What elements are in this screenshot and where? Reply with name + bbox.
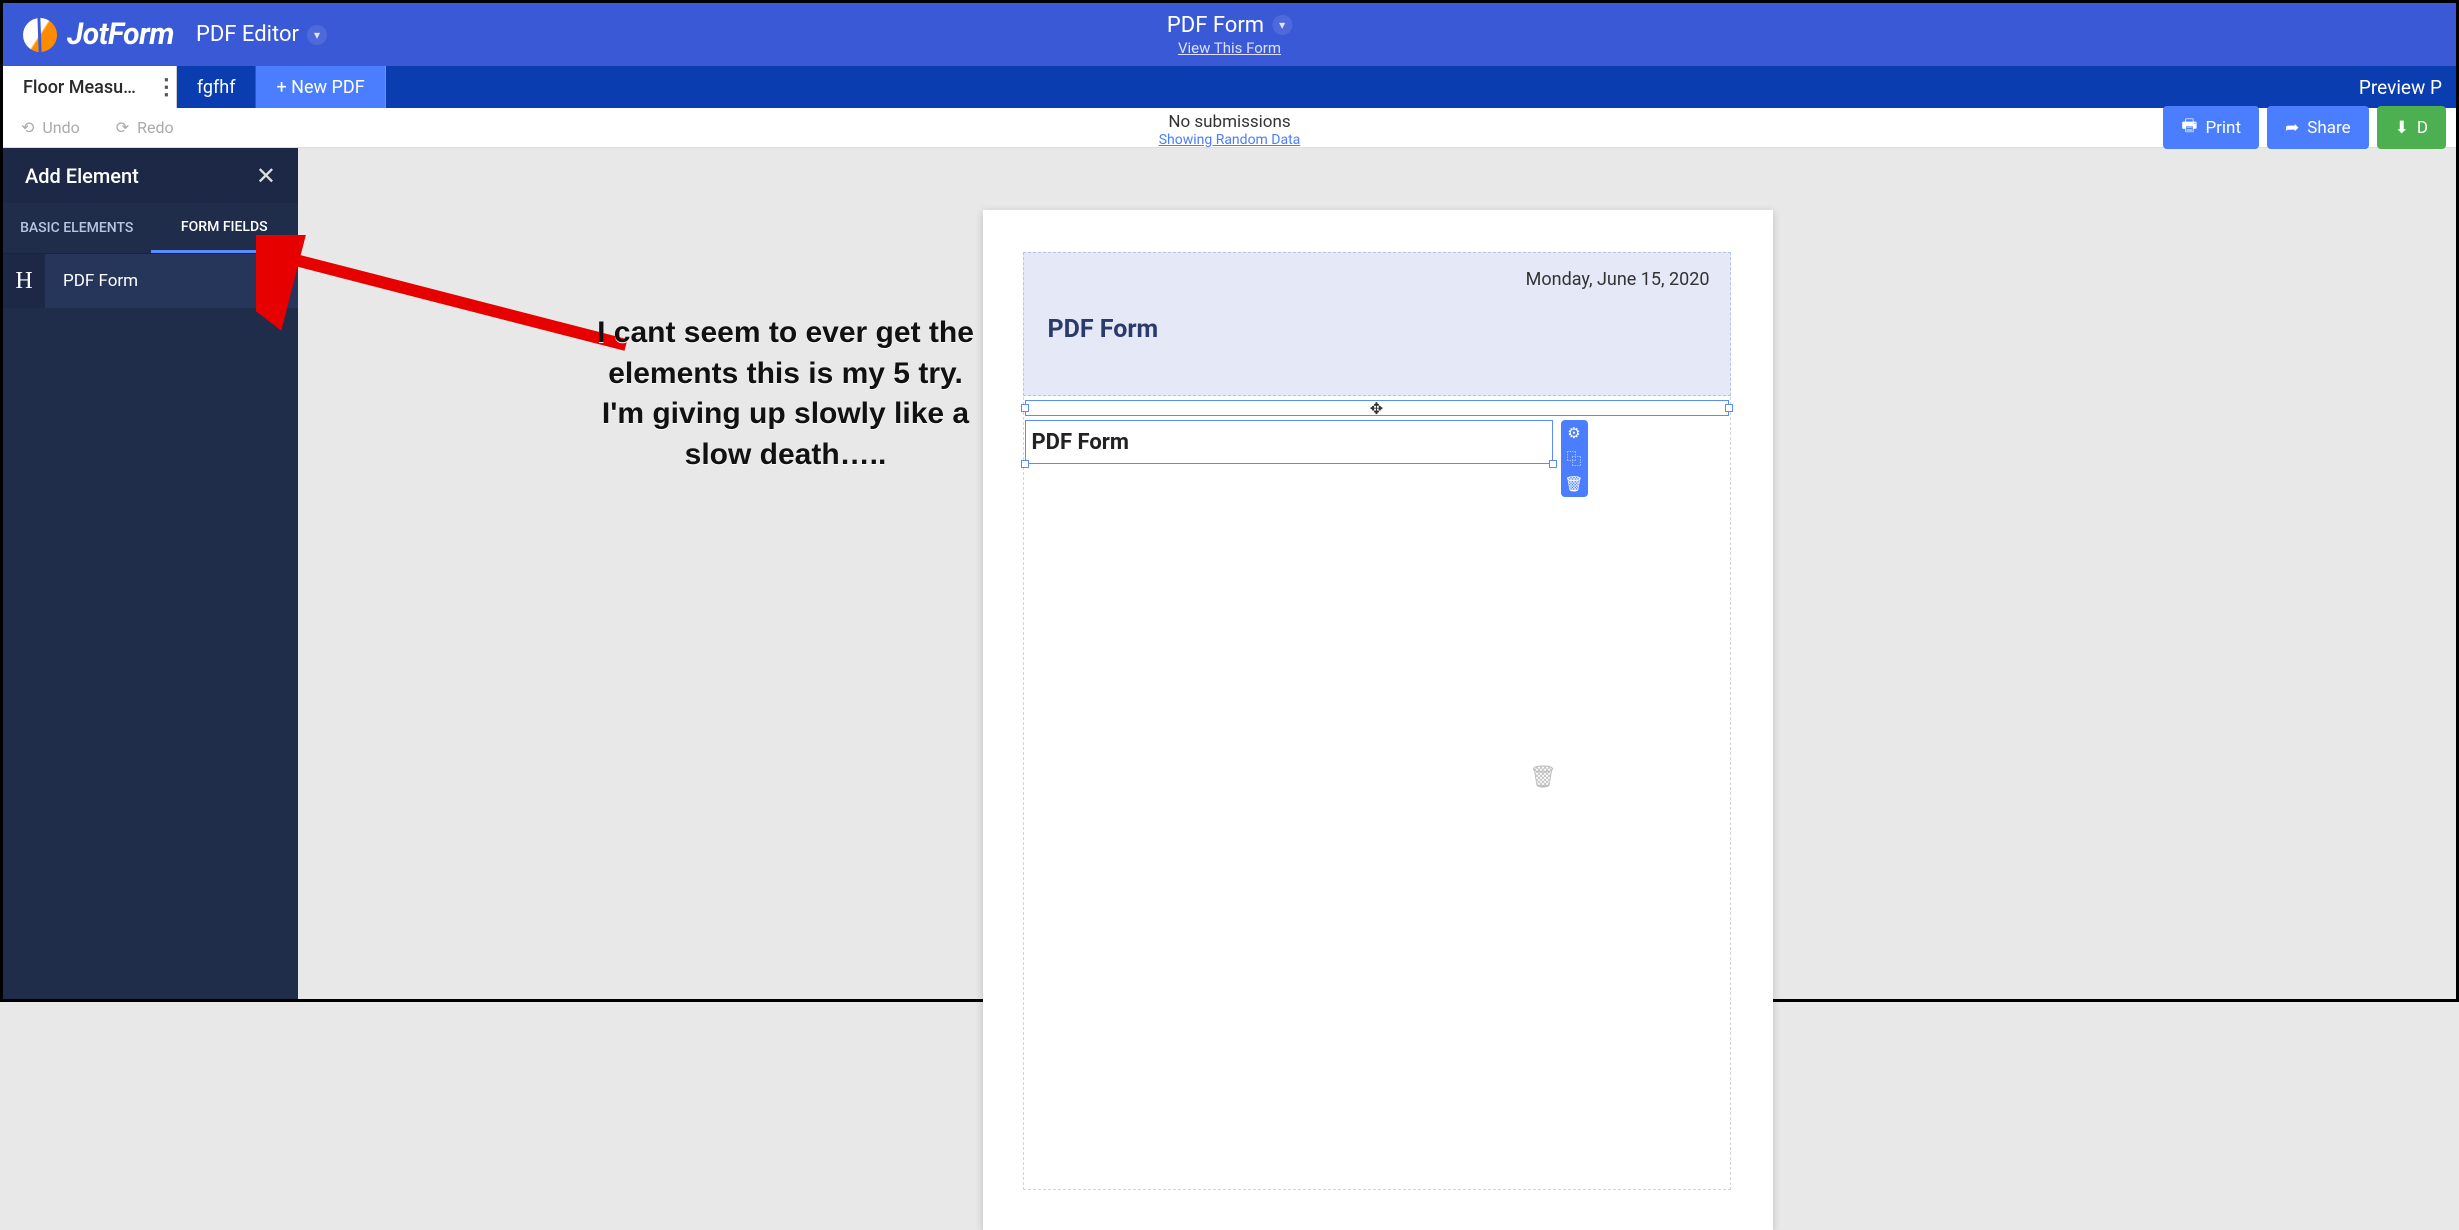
undo-button[interactable]: ⟲ Undo <box>3 118 98 137</box>
panel-title: Add Element <box>25 164 139 188</box>
form-title-block: PDF Form ▾ View This Form <box>1167 13 1292 57</box>
app-mode-label[interactable]: PDF Editor ▾ <box>196 22 327 47</box>
tab-label: fgfhf <box>197 77 236 98</box>
tab-form-fields[interactable]: FORM FIELDS <box>151 203 299 253</box>
app-header: JotForm PDF Editor ▾ PDF Form ▾ View Thi… <box>3 3 2456 66</box>
pdf-header-block[interactable]: Monday, June 15, 2020 PDF Form <box>1023 252 1731 396</box>
pdf-tabs-bar: Floor Measu… ⋮ fgfhf + New PDF Preview P <box>3 66 2456 108</box>
element-actions: ⚙ ⿻ 🗑 <box>1561 420 1588 497</box>
printer-icon: 🖶 <box>2181 113 2197 142</box>
app-mode-text: PDF Editor <box>196 22 299 47</box>
move-handle-icon[interactable]: ✥ <box>1370 399 1383 418</box>
preview-pdf-link[interactable]: Preview P <box>2359 66 2442 108</box>
view-form-link[interactable]: View This Form <box>1178 39 1281 57</box>
submissions-status: No submissions Showing Random Data <box>1159 112 1301 148</box>
download-icon: ⬇ <box>2395 118 2409 138</box>
resize-handle[interactable] <box>1725 404 1733 412</box>
selected-text-element[interactable]: PDF Form <box>1025 420 1553 464</box>
random-data-link[interactable]: Showing Random Data <box>1159 132 1301 148</box>
resize-handle[interactable] <box>1021 404 1029 412</box>
share-label: Share <box>2307 118 2350 138</box>
tab-options-button[interactable]: ⋮ <box>157 66 177 108</box>
tab-floor-measurement[interactable]: Floor Measu… <box>3 66 157 108</box>
trash-icon[interactable]: 🗑 <box>1564 475 1583 493</box>
undo-label: Undo <box>42 118 79 137</box>
heading-icon: H <box>3 254 45 308</box>
resize-handle[interactable] <box>1549 460 1557 468</box>
document-date: Monday, June 15, 2020 <box>1526 269 1710 290</box>
brand-name: JotForm <box>67 17 174 52</box>
undo-icon: ⟲ <box>21 118 34 137</box>
gear-icon[interactable]: ⚙ <box>1567 424 1580 442</box>
redo-label: Redo <box>137 118 174 137</box>
form-field-item[interactable]: H PDF Form <box>3 253 298 308</box>
jotform-logo-icon <box>20 14 60 54</box>
no-submissions-text: No submissions <box>1159 112 1301 132</box>
editor-toolbar: ⟲ Undo ⟳ Redo No submissions Showing Ran… <box>3 108 2456 148</box>
preview-label: Preview P <box>2359 76 2442 99</box>
redo-icon: ⟳ <box>116 118 129 137</box>
form-title: PDF Form <box>1167 13 1264 38</box>
toolbar-actions: 🖶 Print ➦ Share ⬇ D <box>2163 106 2446 149</box>
document-title: PDF Form <box>1048 315 1159 344</box>
tab-fgfhf[interactable]: fgfhf <box>177 66 257 108</box>
print-label: Print <box>2205 118 2241 138</box>
resize-handle[interactable] <box>1021 460 1029 468</box>
brand-logo[interactable]: JotForm <box>23 17 174 52</box>
canvas-area[interactable]: Monday, June 15, 2020 PDF Form ✥ PDF For… <box>299 150 2456 999</box>
close-icon[interactable]: ✕ <box>256 162 276 190</box>
panel-header: Add Element ✕ <box>3 148 298 203</box>
download-label: D <box>2417 118 2428 138</box>
duplicate-icon[interactable]: ⿻ <box>1566 448 1581 469</box>
tab-label: Floor Measu… <box>23 77 136 98</box>
chevron-down-icon[interactable]: ▾ <box>307 25 327 45</box>
share-button[interactable]: ➦ Share <box>2267 106 2369 149</box>
new-pdf-label: + New PDF <box>276 77 364 98</box>
download-button[interactable]: ⬇ D <box>2377 106 2446 149</box>
field-item-label: PDF Form <box>45 271 138 291</box>
print-button[interactable]: 🖶 Print <box>2163 106 2259 149</box>
pdf-page[interactable]: Monday, June 15, 2020 PDF Form ✥ PDF For… <box>983 210 1773 1230</box>
share-icon: ➦ <box>2285 118 2299 138</box>
panel-tabs: BASIC ELEMENTS FORM FIELDS <box>3 203 298 253</box>
redo-button[interactable]: ⟳ Redo <box>98 118 192 137</box>
tab-basic-elements[interactable]: BASIC ELEMENTS <box>3 203 151 253</box>
selection-outer[interactable]: ✥ <box>1025 400 1729 416</box>
new-pdf-button[interactable]: + New PDF <box>256 66 385 108</box>
chevron-down-icon[interactable]: ▾ <box>1272 15 1292 35</box>
delete-page-icon[interactable]: 🗑 <box>1529 765 1557 790</box>
selected-text-content: PDF Form <box>1032 430 1129 455</box>
add-element-panel: Add Element ✕ BASIC ELEMENTS FORM FIELDS… <box>3 148 298 999</box>
